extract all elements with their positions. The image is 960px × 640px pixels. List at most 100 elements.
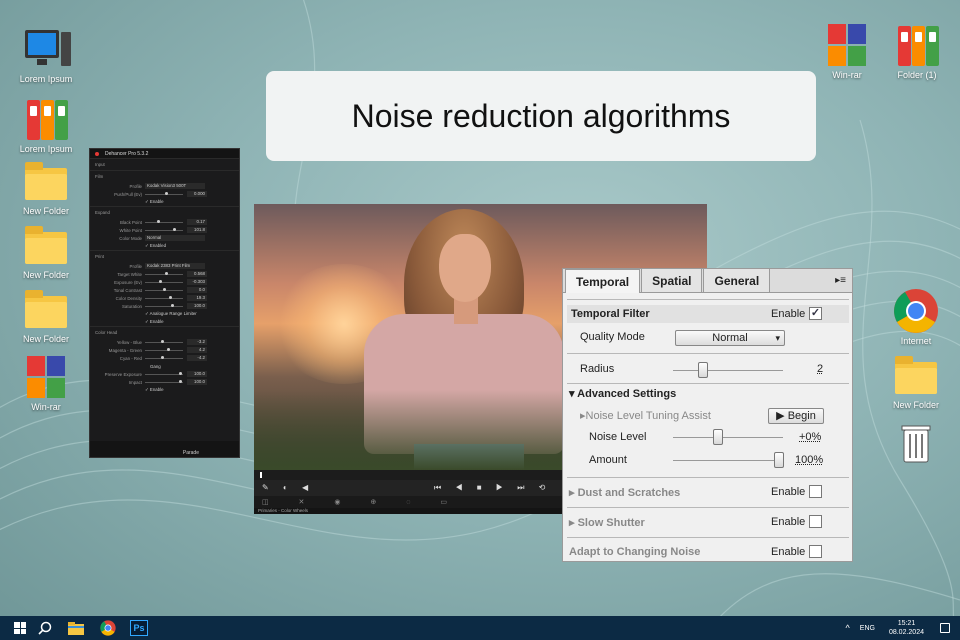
- amount-track[interactable]: [673, 460, 783, 461]
- param-check-row[interactable]: ✓ Enabled: [90, 242, 239, 250]
- tool-icons[interactable]: ✎ ◐ ◀: [262, 483, 314, 492]
- start-button[interactable]: [12, 620, 28, 636]
- param-value[interactable]: 19.3: [187, 295, 207, 301]
- param-slider[interactable]: [145, 380, 183, 383]
- desktop-icon-binders[interactable]: Lorem Ipsum: [14, 96, 78, 154]
- section-expand[interactable]: Expand: [90, 206, 239, 218]
- param-value[interactable]: 100.0: [187, 371, 207, 377]
- slow-shutter-toggle[interactable]: ▸ Slow Shutter: [569, 516, 645, 529]
- advanced-settings-toggle[interactable]: ▾ Advanced Settings: [569, 387, 676, 400]
- param-row[interactable]: Push/Pull (Ev) 0.000: [90, 190, 239, 198]
- param-row[interactable]: Impact 100.0: [90, 378, 239, 386]
- amount-thumb[interactable]: [774, 452, 784, 468]
- desktop-icon-winrar[interactable]: Win-rar: [815, 22, 879, 80]
- param-slider[interactable]: [145, 228, 183, 231]
- dust-scratches-toggle[interactable]: ▸ Dust and Scratches: [569, 486, 680, 499]
- gang-checkbox[interactable]: Gang: [150, 364, 161, 369]
- param-value[interactable]: 100.0: [187, 379, 207, 385]
- param-row[interactable]: Exposure (Ev) -0.303: [90, 278, 239, 286]
- param-value[interactable]: -4.2: [187, 355, 207, 361]
- param-value[interactable]: 100.0: [187, 303, 207, 309]
- param-slider[interactable]: [145, 192, 183, 195]
- enabled-checkbox[interactable]: ✓ Enabled: [145, 243, 166, 249]
- tab-temporal[interactable]: Temporal: [565, 269, 641, 293]
- param-slider[interactable]: [145, 356, 183, 359]
- begin-button[interactable]: ▶ Begin: [768, 408, 824, 424]
- enable-checkbox[interactable]: ✓ Enable: [145, 387, 164, 393]
- param-row[interactable]: Saturation 100.0: [90, 302, 239, 310]
- enable-checkbox[interactable]: ✓ Enable: [145, 319, 164, 325]
- desktop-icon-folder[interactable]: New Folder: [14, 286, 78, 344]
- temporal-filter-checkbox[interactable]: ✓: [809, 307, 822, 320]
- photoshop-taskbar-button[interactable]: Ps: [130, 620, 148, 636]
- param-slider[interactable]: [145, 304, 183, 307]
- param-check-row[interactable]: ✓ Enable: [90, 386, 239, 394]
- enable-checkbox[interactable]: ✓ Enable: [145, 199, 164, 205]
- param-slider[interactable]: [145, 220, 183, 223]
- param-value[interactable]: 4.2: [187, 347, 207, 353]
- section-print[interactable]: Print: [90, 250, 239, 262]
- radius-value[interactable]: 2: [817, 363, 823, 375]
- param-slider[interactable]: [145, 288, 183, 291]
- radius-thumb[interactable]: [698, 362, 708, 378]
- param-row[interactable]: Color Density 19.3: [90, 294, 239, 302]
- quality-mode-select[interactable]: Normal: [675, 330, 785, 346]
- language-indicator[interactable]: ENG: [860, 625, 875, 632]
- desktop-icon-binders[interactable]: Folder (1): [885, 22, 949, 80]
- param-slider[interactable]: [145, 348, 183, 351]
- param-row[interactable]: Tonal Contrast 0.0: [90, 286, 239, 294]
- amount-value[interactable]: 100%: [795, 454, 823, 466]
- parade-label[interactable]: Parade: [183, 450, 199, 456]
- slow-enable-checkbox[interactable]: [809, 515, 822, 528]
- param-value[interactable]: 0.568: [187, 271, 207, 277]
- param-value[interactable]: 0.17: [187, 219, 207, 225]
- range-limiter-checkbox[interactable]: ✓ Analogue Range Limiter: [145, 311, 197, 317]
- param-slider[interactable]: [145, 340, 183, 343]
- param-slider[interactable]: [145, 296, 183, 299]
- param-row[interactable]: Profile Kodak Vision3 500T: [90, 182, 239, 190]
- param-row[interactable]: Target White 0.568: [90, 270, 239, 278]
- param-slider[interactable]: [145, 280, 183, 283]
- param-check-row[interactable]: ✓ Enable: [90, 318, 239, 326]
- param-slider[interactable]: [145, 272, 183, 275]
- playhead[interactable]: [260, 472, 262, 478]
- tab-spatial[interactable]: Spatial: [641, 268, 703, 292]
- transport-icons[interactable]: ⏮ ◀ ■ ▶ ⏭ ⟲: [434, 483, 551, 493]
- tab-general[interactable]: General: [703, 268, 771, 292]
- param-value[interactable]: 0.0: [187, 287, 207, 293]
- param-dropdown[interactable]: Normal: [145, 235, 205, 241]
- desktop-icon-internet[interactable]: Internet: [884, 288, 948, 346]
- desktop-icon-computer[interactable]: Lorem Ipsum: [14, 26, 78, 84]
- param-row[interactable]: Cyan - Red -4.2: [90, 354, 239, 362]
- notification-icon[interactable]: [940, 623, 950, 633]
- noise-level-track[interactable]: [673, 437, 783, 438]
- desktop-icon-folder[interactable]: New Folder: [14, 222, 78, 280]
- clock[interactable]: 15:21 08.02.2024: [889, 619, 924, 637]
- param-dropdown[interactable]: Kodak 2383 Print Film: [145, 263, 205, 269]
- desktop-icon-folder[interactable]: New Folder: [14, 158, 78, 216]
- param-row[interactable]: Color Mode Normal: [90, 234, 239, 242]
- param-row[interactable]: Yellow - Blue -3.2: [90, 338, 239, 346]
- section-input[interactable]: Input: [90, 158, 239, 170]
- param-slider[interactable]: [145, 372, 183, 375]
- desktop-icon-winrar[interactable]: Win-rar: [14, 354, 78, 412]
- param-row[interactable]: Profile Kodak 2383 Print Film: [90, 262, 239, 270]
- section-color-head[interactable]: Color Head: [90, 326, 239, 338]
- panel-menu-icon[interactable]: ▸≡: [835, 275, 846, 286]
- param-row[interactable]: Magenta - Green 4.2: [90, 346, 239, 354]
- param-dropdown[interactable]: Kodak Vision3 500T: [145, 183, 205, 189]
- param-check-row[interactable]: Gang: [90, 362, 239, 370]
- tray-chevron-icon[interactable]: ^: [846, 623, 850, 633]
- file-explorer-button[interactable]: [66, 620, 86, 636]
- desktop-icon-folder[interactable]: New Folder: [884, 352, 948, 410]
- desktop-icon-recycle-bin[interactable]: [884, 420, 948, 468]
- param-row[interactable]: White Point 101.8: [90, 226, 239, 234]
- section-film[interactable]: Film: [90, 170, 239, 182]
- param-check-row[interactable]: ✓ Enable: [90, 198, 239, 206]
- param-value[interactable]: 0.000: [187, 191, 207, 197]
- adapt-enable-checkbox[interactable]: [809, 545, 822, 558]
- noise-level-thumb[interactable]: [713, 429, 723, 445]
- search-button[interactable]: [36, 620, 54, 636]
- param-check-row[interactable]: ✓ Analogue Range Limiter: [90, 310, 239, 318]
- param-value[interactable]: -3.2: [187, 339, 207, 345]
